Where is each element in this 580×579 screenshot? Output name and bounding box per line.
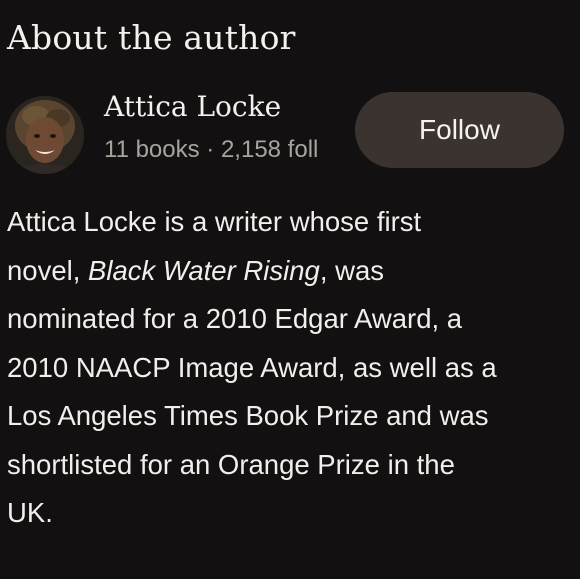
bio-text: novel, [7, 254, 89, 286]
bio-line: UK. [7, 497, 53, 528]
bio-line: shortlisted for an Orange Prize in the [7, 448, 455, 480]
follow-button[interactable]: Follow [355, 92, 564, 168]
author-row: Attica Locke 11 books · 2,158 foll Follo… [0, 88, 580, 180]
author-photo-icon [6, 96, 84, 174]
author-name[interactable]: Attica Locke [104, 90, 281, 123]
bio-text: , was [319, 254, 385, 286]
author-bio: Attica Locke is a writer whose first nov… [7, 198, 580, 538]
bio-line: Attica Locke is a writer whose first [7, 206, 422, 237]
author-avatar[interactable] [6, 96, 84, 174]
bio-line: Los Angeles Times Book Prize and was [7, 400, 489, 431]
author-stats: 11 books · 2,158 foll [104, 136, 319, 163]
bio-line: nominated for a 2010 Edgar Award, a [7, 303, 463, 334]
book-title: Black Water Rising [88, 254, 320, 286]
bio-line: novel, Black Water Rising, was [7, 247, 580, 296]
section-title: About the author [7, 18, 296, 57]
bio-line: 2010 NAACP Image Award, as well as a [7, 351, 497, 383]
